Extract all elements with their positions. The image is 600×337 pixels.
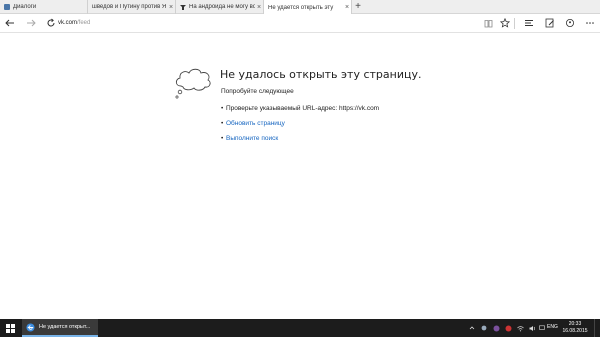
toolbar-divider xyxy=(514,18,515,29)
clock[interactable]: 20:33 16.08.2015 xyxy=(560,321,590,335)
share-button[interactable] xyxy=(563,16,577,30)
bullet: • xyxy=(221,135,224,142)
windows-logo-icon xyxy=(5,323,15,333)
web-note-button[interactable] xyxy=(543,16,557,30)
more-dots-icon xyxy=(586,22,594,24)
star-icon xyxy=(500,18,510,28)
volume-button[interactable] xyxy=(528,319,536,337)
reading-view-button[interactable] xyxy=(481,16,495,30)
error-subtitle: Попробуйте следующее xyxy=(221,88,294,95)
edge-icon xyxy=(26,322,35,332)
language-indicator[interactable]: ENG xyxy=(547,324,558,330)
refresh-button[interactable] xyxy=(44,16,58,30)
tray-app-icon-red xyxy=(505,325,511,331)
tray-app-icon[interactable] xyxy=(480,319,488,337)
start-button[interactable] xyxy=(0,319,20,337)
taskbar-app-label: Не удается открыт... xyxy=(39,324,91,330)
search-link[interactable]: • Выполните поиск xyxy=(221,135,278,142)
vk-icon xyxy=(4,4,10,10)
tab-android[interactable]: На андроида не могу войти × xyxy=(176,0,264,14)
hub-icon xyxy=(525,20,533,26)
close-icon[interactable]: × xyxy=(167,4,175,11)
tab-error-active[interactable]: Не удается открыть эту × xyxy=(264,0,352,15)
close-icon[interactable]: × xyxy=(255,4,263,11)
bullet: • xyxy=(221,105,224,112)
favorite-button[interactable] xyxy=(498,16,512,30)
tab-news[interactable]: шведов и Путину против Я × xyxy=(88,0,176,14)
more-button[interactable] xyxy=(583,16,597,30)
browser-window: Диалоги шведов и Путину против Я × На ан… xyxy=(0,0,600,337)
suggestion-text: Проверьте указываемый URL-адрес: https:/… xyxy=(226,105,380,112)
address-host: vk.com xyxy=(58,20,78,26)
taskbar: Не удается открыт... ENG 20:33 16.08.201… xyxy=(0,319,600,337)
chevron-up-icon xyxy=(469,326,475,330)
show-desktop-button[interactable] xyxy=(594,319,600,337)
clock-date: 16.08.2015 xyxy=(562,328,588,334)
viber-icon xyxy=(493,325,499,331)
link-text[interactable]: Обновить страницу xyxy=(226,120,285,127)
error-title: Не удалось открыть эту страницу. xyxy=(220,68,422,81)
close-icon[interactable]: × xyxy=(343,4,351,11)
suggestion-check-url: • Проверьте указываемый URL-адрес: https… xyxy=(221,105,380,112)
viber-tray-button[interactable] xyxy=(492,319,500,337)
tab-label: На андроида не могу войти xyxy=(189,4,255,10)
tab-label: Не удается открыть эту xyxy=(268,4,334,11)
forward-button[interactable] xyxy=(24,16,38,30)
share-icon xyxy=(566,19,574,27)
forward-arrow-icon xyxy=(27,19,36,27)
tab-dialogs[interactable]: Диалоги xyxy=(0,0,88,14)
pen-note-icon xyxy=(545,18,554,28)
new-tab-button[interactable]: + xyxy=(352,0,364,14)
site-icon xyxy=(180,4,186,10)
speaker-icon xyxy=(529,325,535,331)
notification-button[interactable] xyxy=(538,319,546,337)
address-path: /feed xyxy=(77,20,91,26)
show-hidden-icons-button[interactable] xyxy=(468,319,476,337)
message-icon xyxy=(539,325,545,330)
back-arrow-icon xyxy=(5,19,14,27)
thought-cloud-icon xyxy=(175,68,211,99)
refresh-icon xyxy=(47,18,55,27)
clock-time: 20:33 xyxy=(568,321,582,327)
tab-label: шведов и Путину против Я xyxy=(92,4,167,10)
wifi-icon xyxy=(516,325,524,331)
tray-app-icon-2[interactable] xyxy=(504,319,512,337)
link-text[interactable]: Выполните поиск xyxy=(226,135,278,142)
book-icon xyxy=(484,19,492,27)
network-button[interactable] xyxy=(516,319,524,337)
navigation-bar: vk.com/feed xyxy=(0,14,600,33)
taskbar-edge-window[interactable]: Не удается открыт... xyxy=(22,319,98,337)
tab-label: Диалоги xyxy=(13,4,37,10)
address-bar[interactable]: vk.com/feed xyxy=(58,17,458,29)
refresh-page-link[interactable]: • Обновить страницу xyxy=(221,120,285,127)
bullet: • xyxy=(221,120,224,127)
hub-button[interactable] xyxy=(522,16,536,30)
back-button[interactable] xyxy=(3,16,17,30)
tab-strip: Диалоги шведов и Путину против Я × На ан… xyxy=(0,0,600,15)
tray-cloud-icon xyxy=(481,325,487,331)
